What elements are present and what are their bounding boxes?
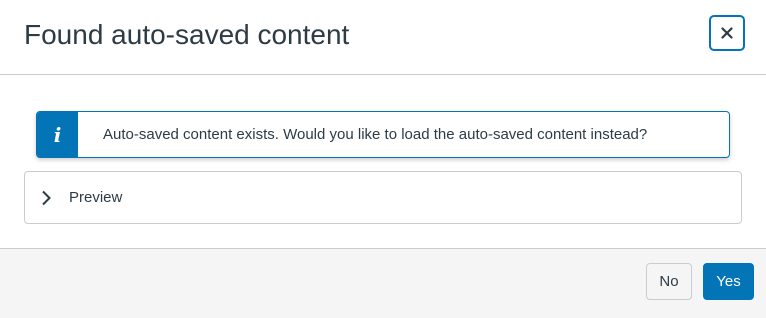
close-button[interactable] [709, 15, 745, 51]
close-icon [721, 27, 733, 39]
no-button[interactable]: No [646, 263, 692, 300]
auto-saved-content-dialog: Found auto-saved content i Auto-saved co… [0, 0, 766, 318]
dialog-header: Found auto-saved content [0, 0, 766, 75]
preview-toggle[interactable]: Preview [24, 171, 742, 224]
yes-button[interactable]: Yes [703, 263, 754, 300]
chevron-right-icon [42, 190, 51, 206]
info-icon: i [53, 122, 62, 147]
dialog-title: Found auto-saved content [24, 19, 350, 50]
dialog-footer: No Yes [0, 248, 766, 318]
alert-icon-box: i [37, 112, 78, 157]
info-alert: i Auto-saved content exists. Would you l… [36, 111, 730, 158]
alert-message: Auto-saved content exists. Would you lik… [103, 126, 648, 143]
preview-label: Preview [69, 189, 123, 206]
